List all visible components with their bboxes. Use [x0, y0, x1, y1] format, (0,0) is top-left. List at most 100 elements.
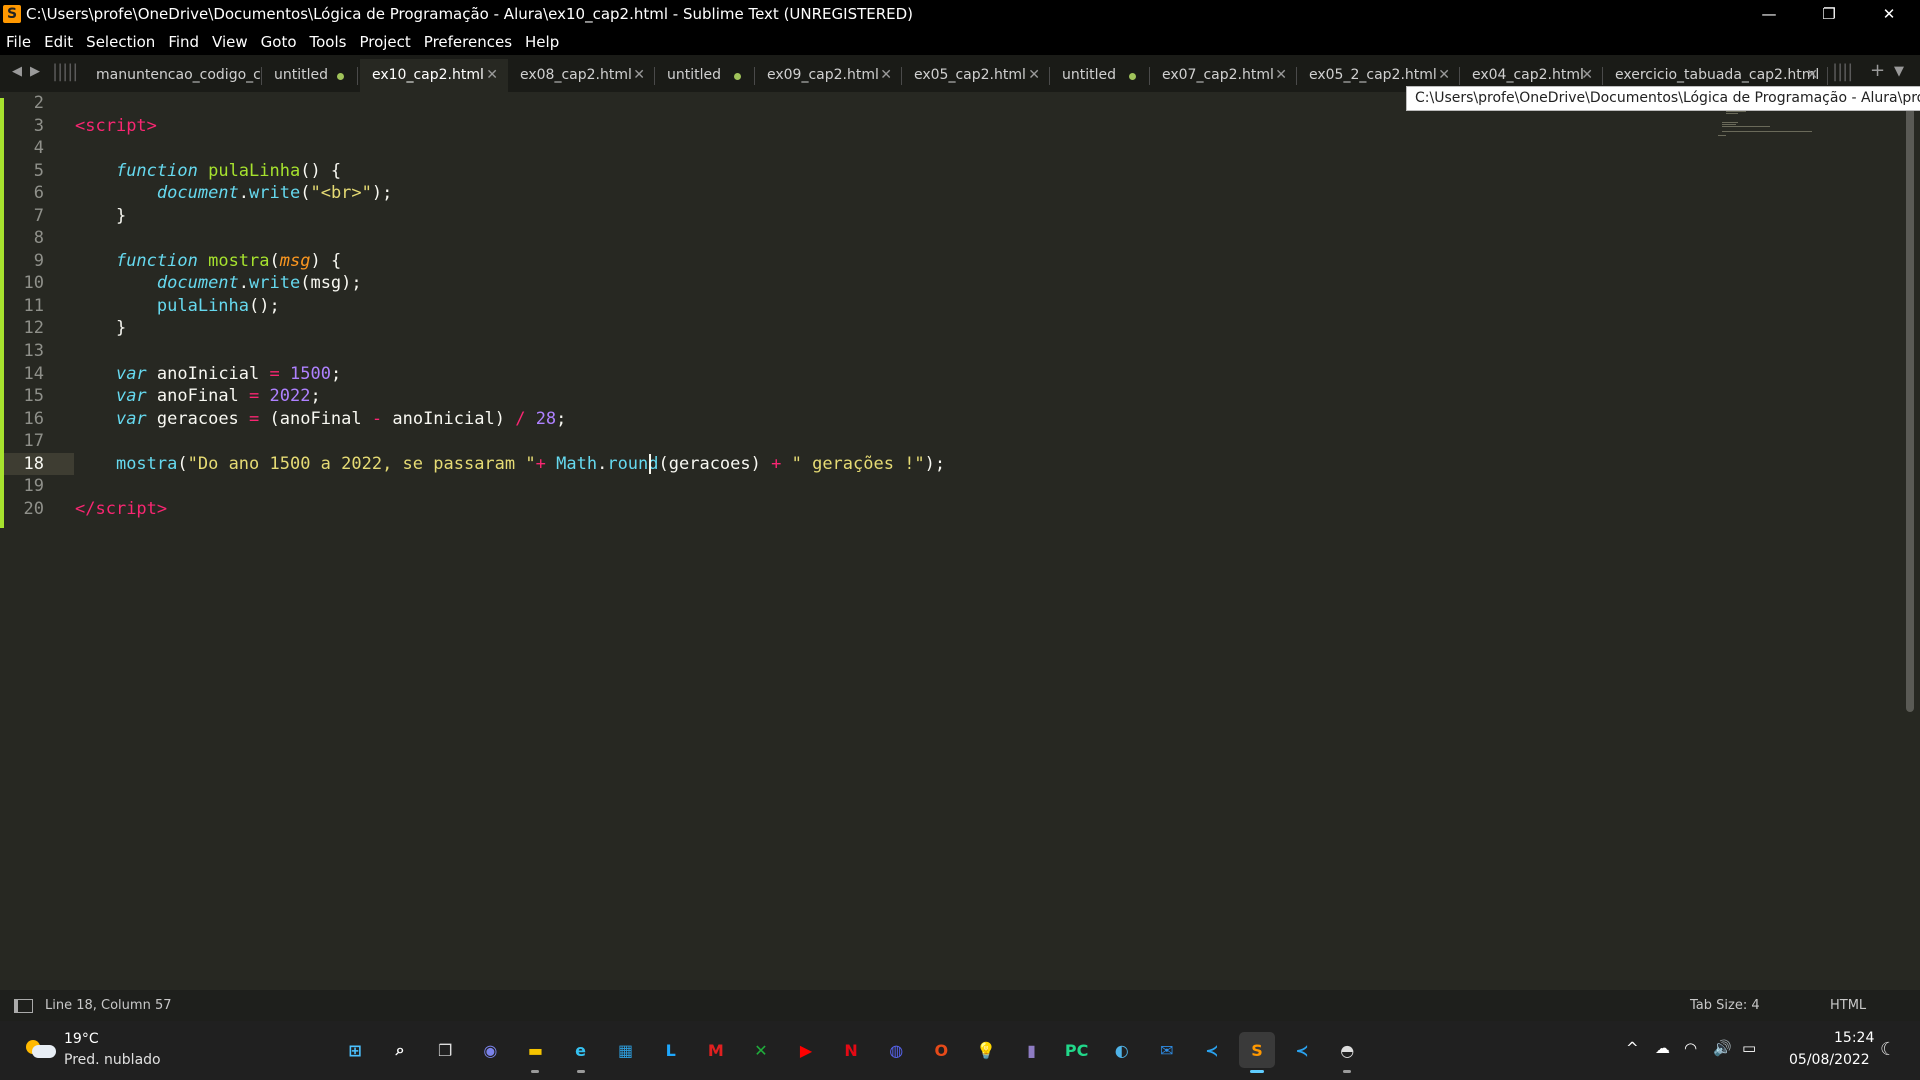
menu-find[interactable]: Find: [162, 29, 206, 55]
store-icon[interactable]: ▦: [608, 1032, 644, 1068]
code-line[interactable]: [75, 92, 945, 115]
code-line[interactable]: var anoFinal = 2022;: [75, 385, 945, 408]
code-line[interactable]: var geracoes = (anoFinal - anoInicial) /…: [75, 408, 945, 431]
tab-size-setting[interactable]: Tab Size: 4: [1690, 990, 1760, 1021]
clock-date[interactable]: 05/08/2022: [1789, 1052, 1870, 1068]
tab-close-icon[interactable]: ✕: [486, 59, 498, 92]
menu-view[interactable]: View: [206, 29, 255, 55]
tab-close-icon[interactable]: ✕: [633, 59, 645, 92]
app-l-icon[interactable]: L: [653, 1032, 689, 1068]
youtube-icon[interactable]: ▶: [788, 1032, 824, 1068]
code-line[interactable]: </script>: [75, 498, 945, 521]
edge-icon[interactable]: e: [563, 1032, 599, 1073]
volume-icon[interactable]: 🔊: [1713, 1039, 1732, 1057]
teams-chat-icon[interactable]: ◉: [472, 1032, 508, 1068]
weather-description[interactable]: Pred. nublado: [64, 1052, 161, 1068]
code-line[interactable]: }: [75, 317, 945, 340]
tab-list-dropdown-icon[interactable]: ▼: [1894, 64, 1904, 79]
menu-help[interactable]: Help: [519, 29, 566, 55]
tab-scroll-left-icon[interactable]: ◀: [12, 64, 22, 79]
tab-close-icon[interactable]: ✕: [1028, 59, 1040, 92]
vscode-icon[interactable]: ≺: [1194, 1032, 1230, 1068]
menu-selection[interactable]: Selection: [80, 29, 162, 55]
code-line[interactable]: mostra("Do ano 1500 a 2022, se passaram …: [75, 453, 945, 476]
unsaved-dot-icon[interactable]: [734, 73, 741, 80]
tab-8[interactable]: ex07_cap2.html ✕: [1150, 59, 1297, 92]
tab-4[interactable]: untitled: [655, 59, 755, 92]
tab-1[interactable]: untitled: [262, 59, 358, 92]
menu-project[interactable]: Project: [353, 29, 417, 55]
onedrive-icon[interactable]: ☁: [1655, 1039, 1670, 1057]
tab-close-icon[interactable]: ✕: [1275, 59, 1287, 92]
search-icon[interactable]: ⌕: [382, 1032, 418, 1068]
code-line[interactable]: [75, 475, 945, 498]
code-line[interactable]: }: [75, 205, 945, 228]
tab-5[interactable]: ex09_cap2.html ✕: [755, 59, 902, 92]
code-line[interactable]: function pulaLinha() {: [75, 160, 945, 183]
file-explorer-icon[interactable]: ▬: [517, 1032, 553, 1073]
mail-icon[interactable]: ✉: [1149, 1032, 1185, 1068]
restore-button[interactable]: ❐: [1800, 0, 1858, 29]
menu-preferences[interactable]: Preferences: [418, 29, 519, 55]
task-view-icon[interactable]: ❐: [427, 1032, 463, 1068]
new-tab-icon[interactable]: +: [1870, 60, 1885, 81]
notifications-moon-icon[interactable]: ☾: [1880, 1039, 1896, 1060]
code-line[interactable]: <script>: [75, 115, 945, 138]
sublime-text-icon[interactable]: S: [1239, 1032, 1275, 1073]
editor-area[interactable]: 2 3 4 5 6 7 8 9 10 11 12 13 14 15 16 17 18 19 20 <script> …: [0, 92, 1920, 990]
tab-0[interactable]: manuntencao_codigo_cap2: [88, 59, 262, 92]
office-icon[interactable]: O: [923, 1032, 959, 1068]
clock-time[interactable]: 15:24: [1834, 1030, 1874, 1046]
panel-toggle-icon[interactable]: [14, 999, 33, 1013]
battery-icon[interactable]: ▭: [1742, 1039, 1756, 1057]
minimize-button[interactable]: —: [1740, 0, 1798, 29]
pycharm-icon[interactable]: PC: [1059, 1032, 1095, 1068]
vscode-icon-2[interactable]: ≺: [1284, 1032, 1320, 1068]
xbox-icon[interactable]: ✕: [743, 1032, 779, 1068]
weather-temperature[interactable]: 19°C: [64, 1031, 99, 1047]
code-line[interactable]: [75, 137, 945, 160]
chart-app-icon[interactable]: ▮: [1014, 1032, 1050, 1068]
code-line[interactable]: document.write(msg);: [75, 272, 945, 295]
code-line[interactable]: pulaLinha();: [75, 295, 945, 318]
show-hidden-icons-icon[interactable]: ^: [1626, 1039, 1639, 1057]
tab-3[interactable]: ex08_cap2.html ✕: [508, 59, 655, 92]
code-line[interactable]: [75, 430, 945, 453]
discord-icon[interactable]: ◍: [878, 1032, 914, 1068]
tab-close-icon[interactable]: ✕: [880, 59, 892, 92]
menu-tools[interactable]: Tools: [304, 29, 354, 55]
cursor-position: Line 18, Column 57: [45, 998, 172, 1013]
line-number: 17: [23, 431, 44, 452]
browser-globe-icon[interactable]: ◐: [1104, 1032, 1140, 1068]
close-window-button[interactable]: ✕: [1860, 0, 1918, 29]
code-line[interactable]: [75, 340, 945, 363]
netflix-icon[interactable]: N: [833, 1032, 869, 1068]
menu-file[interactable]: File: [0, 29, 38, 55]
mcafee-icon-glyph: M: [707, 1040, 724, 1060]
code-line[interactable]: document.write("<br>");: [75, 182, 945, 205]
weather-cloud-icon[interactable]: [26, 1037, 56, 1059]
mail-icon-glyph: ✉: [1160, 1040, 1174, 1060]
vertical-scrollbar[interactable]: [1906, 92, 1914, 712]
tips-icon[interactable]: 💡: [968, 1032, 1004, 1068]
start-icon[interactable]: ⊞: [337, 1032, 373, 1068]
code-line[interactable]: [75, 227, 945, 250]
code-line[interactable]: var anoInicial = 1500;: [75, 363, 945, 386]
incognito-icon[interactable]: ◓: [1329, 1032, 1365, 1073]
menu-goto[interactable]: Goto: [255, 29, 304, 55]
menu-edit[interactable]: Edit: [38, 29, 80, 55]
code-text[interactable]: <script> function pulaLinha() { document…: [75, 92, 945, 520]
wifi-icon[interactable]: ◠: [1684, 1039, 1697, 1057]
mcafee-icon[interactable]: M: [698, 1032, 734, 1068]
syntax-selector[interactable]: HTML: [1830, 990, 1866, 1021]
tab-7[interactable]: untitled: [1050, 59, 1150, 92]
code-line[interactable]: function mostra(msg) {: [75, 250, 945, 273]
unsaved-dot-icon[interactable]: [1129, 73, 1136, 80]
tab-6[interactable]: ex05_cap2.html ✕: [902, 59, 1050, 92]
tab-2[interactable]: ex10_cap2.html ✕: [360, 59, 508, 92]
incognito-icon-glyph: ◓: [1340, 1040, 1355, 1060]
unsaved-dot-icon[interactable]: [337, 73, 344, 80]
tab-scroll-right-icon[interactable]: ▶: [30, 64, 40, 79]
